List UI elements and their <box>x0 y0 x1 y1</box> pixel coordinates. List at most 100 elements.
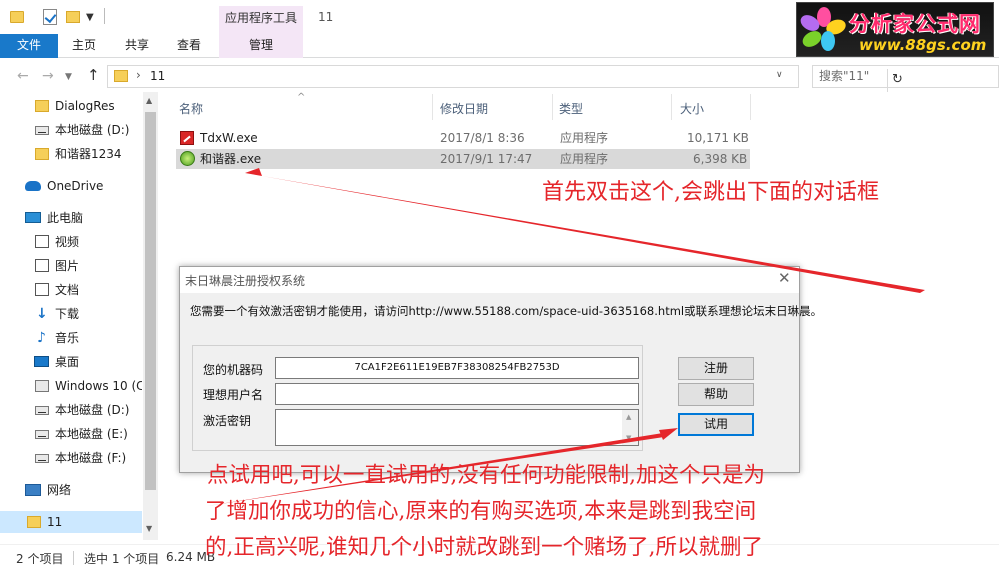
nav-item-dialogres[interactable]: DialogRes <box>0 95 142 117</box>
nav-item-label: OneDrive <box>47 179 104 193</box>
nav-item-windows-c[interactable]: Windows 10 (C <box>0 375 142 397</box>
flower-petal <box>821 31 835 51</box>
activation-key-field[interactable]: ▲ ▼ <box>275 409 639 446</box>
search-input[interactable]: 搜索"11" <box>812 65 999 88</box>
column-divider[interactable] <box>432 94 433 120</box>
file-name: 和谐器.exe <box>200 152 262 166</box>
up-arrow-icon[interactable]: ↑ <box>87 66 100 84</box>
trial-button[interactable]: 试用 <box>678 413 754 436</box>
nav-item-hexieqi1234[interactable]: 和谐器1234 <box>0 143 142 165</box>
nav-item-label: 文档 <box>55 283 80 297</box>
column-header-date[interactable]: 修改日期 <box>440 100 488 117</box>
help-button[interactable]: 帮助 <box>678 383 754 406</box>
nav-item-11[interactable]: 11 <box>0 511 142 533</box>
drive-icon <box>35 454 49 463</box>
file-size: 6,398 KB <box>693 152 748 166</box>
tab-home[interactable]: 主页 <box>62 34 106 58</box>
file-date: 2017/9/1 17:47 <box>440 152 533 166</box>
drive-icon <box>35 430 49 439</box>
hexieqi-app-icon <box>180 151 195 166</box>
annotation-bottom-line-1: 点试用吧,可以一直试用的,没有任何功能限制,加这个只是为 <box>207 463 766 488</box>
scroll-down-icon[interactable]: ▼ <box>146 524 152 533</box>
nav-item-drive-e[interactable]: 本地磁盘 (E:) <box>0 423 142 445</box>
forward-arrow-icon[interactable]: → <box>42 68 54 84</box>
status-divider <box>73 551 74 565</box>
nav-item-label: 下载 <box>55 307 80 321</box>
nav-item-label: 本地磁盘 (D:) <box>55 403 130 417</box>
nav-item-this-pc[interactable]: 此电脑 <box>0 207 142 229</box>
folder-icon <box>35 100 49 112</box>
windows-drive-icon <box>35 380 49 392</box>
tab-manage[interactable]: 管理 <box>219 34 303 58</box>
scroll-down-icon[interactable]: ▼ <box>626 434 631 442</box>
file-row-selected[interactable]: 和谐器.exe 2017/9/1 17:47 应用程序 6,398 KB <box>176 149 750 169</box>
nav-item-label: 此电脑 <box>47 211 84 225</box>
quick-access-dropdown-icon[interactable]: ▼ <box>86 12 94 28</box>
nav-item-label: 音乐 <box>55 331 80 345</box>
application-tools-header: 应用程序工具 <box>219 6 303 34</box>
nav-item-desktop[interactable]: 桌面 <box>0 351 142 373</box>
sort-ascending-icon: ^ <box>297 92 306 103</box>
network-icon <box>25 484 41 496</box>
tdx-app-icon <box>180 131 194 145</box>
nav-item-drive-d[interactable]: 本地磁盘 (D:) <box>0 119 142 141</box>
nav-item-network[interactable]: 网络 <box>0 479 142 501</box>
nav-item-pictures[interactable]: 图片 <box>0 255 142 277</box>
nav-item-drive-f[interactable]: 本地磁盘 (F:) <box>0 447 142 469</box>
scroll-up-icon[interactable]: ▲ <box>626 413 631 421</box>
nav-item-downloads[interactable]: ↓ 下载 <box>0 303 142 325</box>
scroll-up-icon[interactable]: ▲ <box>146 96 152 105</box>
window-title: 11 <box>318 10 334 24</box>
tab-view[interactable]: 查看 <box>167 34 211 58</box>
nav-item-drive-d-2[interactable]: 本地磁盘 (D:) <box>0 399 142 421</box>
annotation-bottom-line-3: 的,正高兴呢,谁知几个小时就改跳到一个赌场了,所以就删了 <box>205 535 764 560</box>
scrollbar-thumb[interactable] <box>145 112 156 490</box>
nav-item-label: 网络 <box>47 483 72 497</box>
column-divider[interactable] <box>552 94 553 120</box>
path-box[interactable]: › 11 ∨ ↻ <box>107 65 903 92</box>
music-icon: ♪ <box>37 330 46 346</box>
tab-share[interactable]: 共享 <box>115 34 159 58</box>
annotation-top: 首先双击这个,会跳出下面的对话框 <box>542 180 879 205</box>
tab-file[interactable]: 文件 <box>0 34 58 58</box>
back-arrow-icon[interactable]: ← <box>17 68 29 84</box>
recent-locations-icon[interactable]: ▼ <box>65 72 72 82</box>
file-name: TdxW.exe <box>200 131 258 145</box>
nav-item-videos[interactable]: 视频 <box>0 231 142 253</box>
path-segment[interactable]: 11 <box>150 69 165 83</box>
key-field-scrollbar[interactable]: ▲ ▼ <box>622 410 638 445</box>
nav-pane-scrollbar[interactable]: ▲ ▼ <box>143 92 158 540</box>
nav-item-label: 桌面 <box>55 355 80 369</box>
nav-item-label: 11 <box>47 515 63 529</box>
machine-code-field[interactable]: 7CA1F2E611E19EB7F38308254FB2753D <box>275 357 639 379</box>
column-header-name[interactable]: 名称 <box>179 100 203 117</box>
chevron-right-icon[interactable]: › <box>136 68 141 82</box>
column-header-size[interactable]: 大小 <box>680 100 704 117</box>
nav-item-label: 视频 <box>55 235 80 249</box>
chevron-down-icon[interactable]: ∨ <box>776 70 783 80</box>
folder-icon <box>10 11 24 23</box>
nav-item-onedrive[interactable]: OneDrive <box>0 175 142 197</box>
username-field[interactable] <box>275 383 639 405</box>
folder-icon <box>114 70 128 82</box>
nav-item-music[interactable]: ♪ 音乐 <box>0 327 142 349</box>
video-icon <box>35 235 49 248</box>
close-icon[interactable]: ✕ <box>778 269 791 287</box>
registration-dialog: 末日琳晨注册授权系统 ✕ 您需要一个有效激活密钥才能使用，请访问http://w… <box>179 266 822 473</box>
new-folder-icon[interactable] <box>66 11 80 23</box>
column-header-type[interactable]: 类型 <box>559 100 583 117</box>
folder-icon <box>27 516 41 528</box>
dialog-title-bar[interactable]: 末日琳晨注册授权系统 ✕ <box>180 267 799 293</box>
file-type: 应用程序 <box>560 152 609 166</box>
navigation-pane: DialogRes 本地磁盘 (D:) 和谐器1234 OneDrive 此电脑… <box>0 92 158 540</box>
status-selected-count: 选中 1 个项目 <box>84 552 160 566</box>
properties-icon[interactable] <box>43 9 57 25</box>
column-divider[interactable] <box>750 94 751 120</box>
nav-item-documents[interactable]: 文档 <box>0 279 142 301</box>
registration-group: 您的机器码 7CA1F2E611E19EB7F38308254FB2753D 理… <box>192 345 643 451</box>
register-button[interactable]: 注册 <box>678 357 754 380</box>
column-divider[interactable] <box>671 94 672 120</box>
file-row[interactable]: TdxW.exe 2017/8/1 8:36 应用程序 10,171 KB <box>176 128 750 148</box>
nav-item-label: Windows 10 (C <box>55 379 142 393</box>
file-type: 应用程序 <box>560 131 609 145</box>
